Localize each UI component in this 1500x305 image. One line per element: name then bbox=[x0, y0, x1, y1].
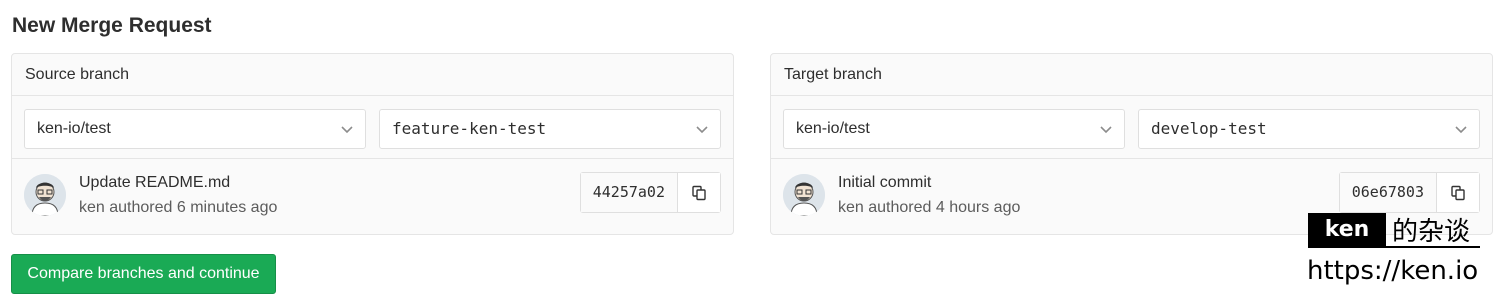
source-commit-meta: ken authored 6 minutes ago bbox=[79, 199, 278, 216]
page-title: New Merge Request bbox=[12, 14, 212, 37]
chevron-down-icon bbox=[1100, 126, 1112, 134]
target-commit-title[interactable]: Initial commit bbox=[838, 174, 931, 192]
source-project-select[interactable]: ken-io/test bbox=[24, 109, 366, 149]
target-selects: ken-io/test develop-test bbox=[771, 96, 1492, 159]
chevron-down-icon bbox=[341, 126, 353, 134]
target-branch-select[interactable]: develop-test bbox=[1138, 109, 1480, 149]
source-project-value: ken-io/test bbox=[37, 120, 111, 137]
user-avatar-icon bbox=[783, 174, 825, 216]
source-branch-select[interactable]: feature-ken-test bbox=[379, 109, 721, 149]
source-branch-panel: Source branch ken-io/test feature-ken-te… bbox=[11, 53, 734, 235]
source-copy-sha-button[interactable] bbox=[678, 173, 720, 212]
copy-icon bbox=[1451, 185, 1465, 200]
source-selects: ken-io/test feature-ken-test bbox=[12, 96, 733, 159]
target-branch-value: develop-test bbox=[1151, 119, 1267, 138]
target-copy-sha-button[interactable] bbox=[1437, 173, 1479, 212]
source-branch-header: Source branch bbox=[12, 54, 733, 96]
target-branch-header: Target branch bbox=[771, 54, 1492, 96]
chevron-down-icon bbox=[1455, 126, 1467, 134]
source-branch-value: feature-ken-test bbox=[392, 119, 547, 138]
target-commit-meta: ken authored 4 hours ago bbox=[838, 199, 1021, 216]
source-sha-group: 44257a02 bbox=[579, 172, 721, 213]
copy-icon bbox=[692, 185, 706, 200]
watermark-suffix: 的杂谈 bbox=[1392, 217, 1471, 247]
user-avatar-icon bbox=[24, 174, 66, 216]
target-project-value: ken-io/test bbox=[796, 120, 870, 137]
source-commit: Update README.md ken authored 6 minutes … bbox=[12, 159, 733, 234]
source-commit-sha[interactable]: 44257a02 bbox=[580, 173, 678, 212]
target-branch-panel: Target branch ken-io/test develop-test I… bbox=[770, 53, 1493, 235]
target-sha-group: 06e67803 bbox=[1338, 172, 1480, 213]
source-commit-title[interactable]: Update README.md bbox=[79, 174, 230, 192]
watermark-underline bbox=[1308, 246, 1480, 248]
chevron-down-icon bbox=[696, 126, 708, 134]
target-commit-sha[interactable]: 06e67803 bbox=[1339, 173, 1437, 212]
watermark-brand: ken bbox=[1308, 213, 1386, 246]
watermark-url: https://ken.io bbox=[1307, 256, 1479, 286]
target-project-select[interactable]: ken-io/test bbox=[783, 109, 1125, 149]
compare-branches-button[interactable]: Compare branches and continue bbox=[11, 254, 276, 294]
